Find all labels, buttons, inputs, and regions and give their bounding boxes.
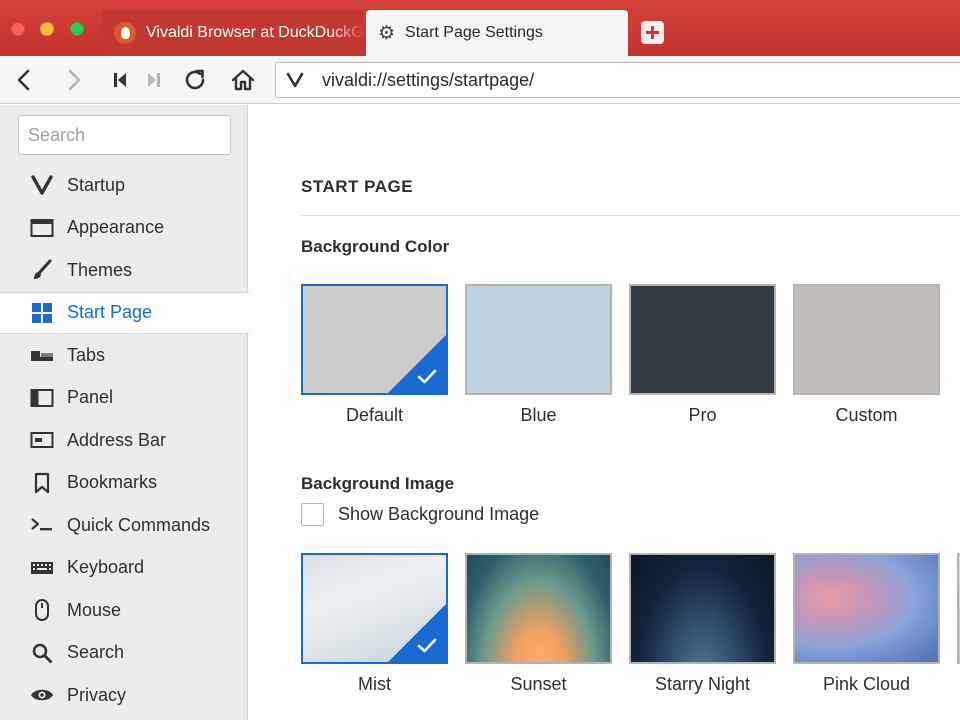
home-icon bbox=[231, 69, 255, 91]
address-bar-icon bbox=[30, 428, 54, 452]
show-background-image-row: Show Background Image bbox=[301, 503, 539, 526]
settings-sidebar: Startup Appearance Themes Start Page Tab… bbox=[0, 105, 249, 720]
rewind-icon bbox=[114, 73, 126, 87]
swatch-label: Sunset bbox=[510, 674, 567, 694]
address-toolbar: vivaldi://settings/startpage/ bbox=[0, 56, 960, 104]
image-swatch-starry-night[interactable] bbox=[629, 553, 776, 664]
reload-icon bbox=[185, 69, 205, 90]
swatch-label: Default bbox=[345, 405, 404, 425]
url-text: vivaldi://settings/startpage/ bbox=[322, 69, 535, 90]
color-swatch-custom[interactable] bbox=[793, 284, 940, 395]
sidebar-item-label: Panel bbox=[67, 387, 114, 408]
sidebar-item-start-page[interactable]: Start Page bbox=[0, 291, 249, 334]
selected-corner bbox=[387, 334, 447, 394]
grid-icon bbox=[30, 301, 54, 325]
sidebar-item-tabs[interactable]: Tabs bbox=[0, 334, 248, 377]
image-swatch-sunset[interactable] bbox=[465, 553, 612, 664]
tab-start-page-settings[interactable]: ⚙ Start Page Settings bbox=[366, 10, 628, 56]
sidebar-item-label: Quick Commands bbox=[67, 514, 211, 535]
brush-icon bbox=[30, 258, 54, 282]
sidebar-item-search[interactable]: Search bbox=[0, 632, 248, 675]
tabs-icon bbox=[30, 343, 54, 367]
selected-corner bbox=[387, 603, 447, 663]
sidebar-item-keyboard[interactable]: Keyboard bbox=[0, 547, 248, 590]
vivaldi-logo-icon bbox=[286, 72, 304, 88]
keyboard-icon bbox=[30, 556, 54, 580]
background-image-heading: Background Image bbox=[301, 474, 455, 493]
forward-arrow-icon bbox=[68, 69, 81, 91]
bookmark-icon bbox=[30, 471, 54, 495]
section-divider bbox=[301, 215, 960, 216]
window-icon bbox=[30, 216, 54, 240]
sidebar-item-bookmarks[interactable]: Bookmarks bbox=[0, 462, 248, 505]
back-button[interactable] bbox=[8, 64, 40, 96]
checkmark-icon bbox=[417, 369, 437, 384]
checkbox-label: Show Background Image bbox=[338, 504, 540, 524]
panel-icon bbox=[30, 386, 54, 410]
sidebar-item-panel[interactable]: Panel bbox=[0, 377, 248, 420]
sidebar-item-quick-commands[interactable]: Quick Commands bbox=[0, 504, 248, 547]
mouse-icon bbox=[30, 598, 54, 622]
fast-forward-icon bbox=[148, 73, 160, 87]
eye-icon bbox=[30, 683, 54, 707]
settings-search-input[interactable] bbox=[18, 115, 231, 155]
minimize-window-button[interactable] bbox=[40, 22, 54, 36]
gear-icon: ⚙ bbox=[378, 22, 396, 44]
sidebar-item-label: Themes bbox=[67, 259, 133, 280]
section-title: START PAGE bbox=[301, 177, 414, 196]
settings-nav: Startup Appearance Themes Start Page Tab… bbox=[0, 164, 249, 717]
color-swatch-blue[interactable] bbox=[465, 284, 612, 395]
duckduckgo-icon bbox=[114, 22, 136, 44]
swatch-label: Pink Cloud bbox=[822, 674, 911, 694]
address-field[interactable]: vivaldi://settings/startpage/ bbox=[275, 62, 960, 98]
sidebar-item-themes[interactable]: Themes bbox=[0, 249, 248, 292]
show-background-image-checkbox[interactable] bbox=[301, 503, 324, 526]
color-swatch-pro[interactable] bbox=[629, 284, 776, 395]
sidebar-item-label: Keyboard bbox=[67, 557, 145, 578]
search-icon bbox=[30, 641, 54, 665]
sidebar-item-appearance[interactable]: Appearance bbox=[0, 207, 248, 250]
sidebar-item-label: Search bbox=[67, 642, 125, 663]
reload-button[interactable] bbox=[179, 64, 211, 96]
new-tab-button[interactable] bbox=[641, 21, 664, 44]
forward-button[interactable] bbox=[58, 64, 90, 96]
sidebar-item-label: Address Bar bbox=[67, 429, 167, 450]
sidebar-item-label: Mouse bbox=[67, 599, 122, 620]
home-button[interactable] bbox=[227, 64, 259, 96]
sidebar-item-label: Privacy bbox=[67, 684, 127, 705]
sidebar-item-startup[interactable]: Startup bbox=[0, 164, 248, 207]
settings-content: START PAGE Background Color Default Blue… bbox=[249, 105, 960, 720]
sidebar-item-mouse[interactable]: Mouse bbox=[0, 589, 248, 632]
swatch-label: Blue bbox=[520, 405, 557, 425]
zoom-window-button[interactable] bbox=[70, 22, 84, 36]
sidebar-item-label: Appearance bbox=[67, 217, 165, 238]
tab-label: Vivaldi Browser at DuckDuckGo bbox=[146, 24, 364, 41]
fast-forward-button[interactable] bbox=[138, 64, 170, 96]
title-bar: Vivaldi Browser at DuckDuckGo ⚙ Start Pa… bbox=[0, 0, 960, 56]
checkmark-icon bbox=[417, 638, 437, 653]
quick-commands-icon bbox=[30, 513, 54, 537]
sidebar-item-privacy[interactable]: Privacy bbox=[0, 674, 248, 717]
sidebar-item-label: Tabs bbox=[67, 344, 106, 365]
swatch-label: Pro bbox=[688, 405, 717, 425]
swatch-label: Custom bbox=[835, 405, 898, 425]
rewind-button[interactable] bbox=[104, 64, 136, 96]
close-window-button[interactable] bbox=[11, 22, 25, 36]
sidebar-item-address-bar[interactable]: Address Bar bbox=[0, 419, 248, 462]
sidebar-item-label: Startup bbox=[67, 174, 126, 195]
color-swatch-default[interactable] bbox=[301, 284, 448, 395]
image-swatch-mist[interactable] bbox=[301, 553, 448, 664]
sidebar-item-label: Bookmarks bbox=[67, 472, 158, 493]
swatch-label: Starry Night bbox=[654, 674, 751, 694]
tab-duckduckgo[interactable]: Vivaldi Browser at DuckDuckGo bbox=[102, 10, 364, 56]
back-arrow-icon bbox=[17, 69, 30, 91]
sidebar-item-label: Start Page bbox=[67, 302, 153, 323]
vivaldi-logo-icon bbox=[30, 173, 54, 197]
background-color-heading: Background Color bbox=[301, 237, 450, 256]
image-swatch-pink-cloud[interactable] bbox=[793, 553, 940, 664]
swatch-label: Mist bbox=[358, 674, 391, 694]
tab-label: Start Page Settings bbox=[405, 24, 543, 41]
